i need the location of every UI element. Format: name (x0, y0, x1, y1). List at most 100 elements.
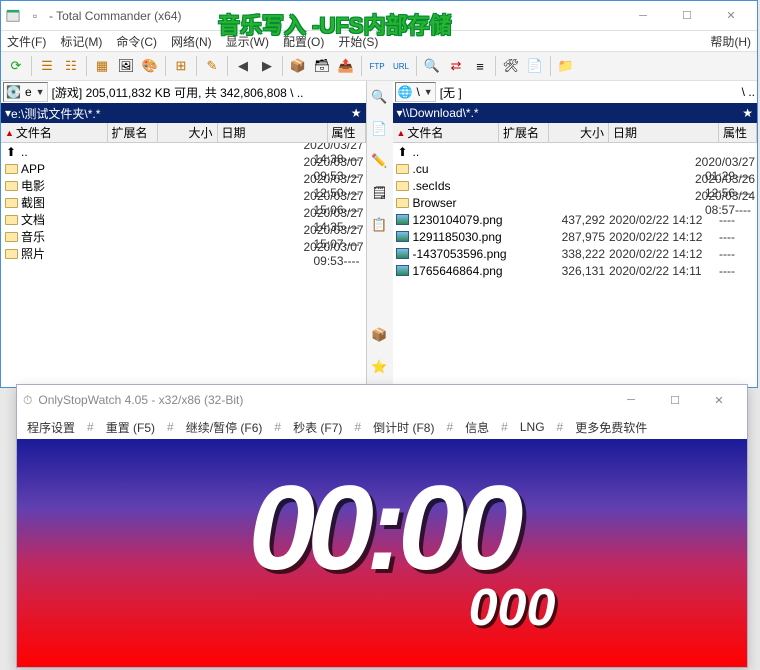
col-attr[interactable]: 属性 (719, 123, 757, 142)
col-ext[interactable]: 扩展名 (499, 123, 549, 142)
tb-extract-icon[interactable]: 📤 (335, 55, 357, 77)
sw-menu-settings[interactable]: 程序设置 (27, 419, 75, 436)
file-name: 音乐 (21, 228, 304, 245)
table-row[interactable]: -1437053596.png338,2222020/02/22 14:12--… (393, 245, 758, 262)
tb-ftp-icon[interactable]: FTP (366, 55, 388, 77)
menu-commands[interactable]: 命令(C) (116, 33, 157, 50)
left-column-header: ▲文件名 扩展名 大小 日期 属性 (1, 123, 366, 143)
bookmark-icon[interactable]: ★ (351, 106, 362, 120)
col-name[interactable]: ▲文件名 (393, 123, 500, 142)
file-size: 437,292 (549, 213, 609, 227)
tb-brief-icon[interactable]: ☰ (36, 55, 58, 77)
file-name: 截图 (21, 194, 304, 211)
mid-pack-icon[interactable]: 📦 (370, 325, 390, 345)
menu-file[interactable]: 文件(F) (7, 33, 46, 50)
tb-tool-icon[interactable]: 🛠 (500, 55, 522, 77)
file-size: 338,222 (549, 247, 609, 261)
sw-menu-pause[interactable]: 继续/暂停 (F6) (186, 419, 263, 436)
right-filelist[interactable]: ⬆...cu2020/03/27 01:29----.secIds2020/03… (393, 143, 758, 387)
right-root-slash[interactable]: \ .. (742, 85, 755, 99)
tb-folder-icon[interactable]: 📁 (555, 55, 577, 77)
tb-edit-icon[interactable]: ✎ (201, 55, 223, 77)
sw-menu-reset[interactable]: 重置 (F5) (106, 419, 155, 436)
mid-sheet-icon[interactable]: 🗒 (370, 183, 390, 203)
tb-url-icon[interactable]: URL (390, 55, 412, 77)
col-ext[interactable]: 扩展名 (108, 123, 158, 142)
tc-titlebar[interactable]: ▫ - Total Commander (x64) ─ ☐ ✕ (1, 1, 757, 31)
tb-unpack-icon[interactable]: 🗃 (311, 55, 333, 77)
folder-icon (3, 195, 19, 211)
tb-diff-icon[interactable]: ≡ (469, 55, 491, 77)
mid-page-icon[interactable]: 📋 (370, 215, 390, 235)
mid-rename-icon[interactable]: ✏️ (370, 151, 390, 171)
tb-doc-icon[interactable]: 📄 (524, 55, 546, 77)
mid-doc-icon[interactable]: 📄 (370, 119, 390, 139)
left-drive-info: [游戏] 205,011,832 KB 可用, 共 342,806,808 \ … (52, 84, 364, 101)
drive-icon: 💽 (6, 85, 21, 99)
close-button[interactable]: ✕ (709, 2, 753, 30)
col-date[interactable]: 日期 (609, 123, 719, 142)
tb-find-icon[interactable]: 🔍 (421, 55, 443, 77)
maximize-button[interactable]: ☐ (665, 2, 709, 30)
mid-new-icon[interactable]: ⭐ (370, 357, 390, 377)
sw-menu-more[interactable]: 更多免费软件 (575, 419, 647, 436)
table-row[interactable]: 1230104079.png437,2922020/02/22 14:12---… (393, 211, 758, 228)
left-filelist[interactable]: ⬆..2020/03/27 14:38----APP2020/03/07 09:… (1, 143, 366, 387)
tb-sep (227, 56, 228, 76)
menu-mark[interactable]: 标记(M) (60, 33, 102, 50)
menu-show[interactable]: 显示(W) (226, 33, 269, 50)
table-row[interactable]: 1765646864.png326,1312020/02/22 14:11---… (393, 262, 758, 279)
right-drivebar: 🌐 \ ▼ [无 ] \ .. (393, 81, 758, 103)
tb-pack-icon[interactable]: 📦 (287, 55, 309, 77)
tb-full-icon[interactable]: ☷ (60, 55, 82, 77)
col-date[interactable]: 日期 (218, 123, 328, 142)
left-drive-combo[interactable]: 💽 e ▼ (3, 82, 48, 102)
table-row[interactable]: 1291185030.png287,9752020/02/22 14:12---… (393, 228, 758, 245)
sw-maximize-button[interactable]: ☐ (653, 386, 697, 414)
minimize-button[interactable]: ─ (621, 2, 665, 30)
network-icon: 🌐 (398, 85, 413, 99)
file-name: 文档 (21, 211, 304, 228)
sw-menu-lng[interactable]: LNG (520, 420, 545, 434)
tb-fwd-icon[interactable]: ▶ (256, 55, 278, 77)
sw-close-button[interactable]: ✕ (697, 386, 741, 414)
bookmark-icon[interactable]: ★ (742, 106, 753, 120)
menu-start[interactable]: 开始(S) (338, 33, 378, 50)
col-size[interactable]: 大小 (549, 123, 609, 142)
mid-search-icon[interactable]: 🔍 (370, 87, 390, 107)
col-name[interactable]: ▲文件名 (1, 123, 108, 142)
col-size[interactable]: 大小 (158, 123, 218, 142)
file-size: 326,131 (549, 264, 609, 278)
table-row[interactable]: 照片2020/03/07 09:53---- (1, 245, 366, 262)
menu-help[interactable]: 帮助(H) (710, 33, 751, 50)
sw-titlebar[interactable]: ⏱ OnlyStopWatch 4.05 - x32/x86 (32-Bit) … (17, 385, 747, 415)
right-column-header: ▲文件名 扩展名 大小 日期 属性 (393, 123, 758, 143)
right-pathbar[interactable]: ▾ \\Download\*.* ★ (393, 103, 758, 123)
tb-back-icon[interactable]: ◀ (232, 55, 254, 77)
sw-menu-info[interactable]: 信息 (465, 419, 489, 436)
folder-icon (3, 178, 19, 194)
file-name: .secIds (413, 179, 696, 193)
left-pathbar[interactable]: ▾ e:\测试文件夹\*.* ★ (1, 103, 366, 123)
tb-pick-icon[interactable]: 🎨 (139, 55, 161, 77)
file-name: .cu (413, 162, 696, 176)
sw-menu-stopwatch[interactable]: 秒表 (F7) (293, 419, 342, 436)
tb-sep (416, 56, 417, 76)
right-drive-combo[interactable]: 🌐 \ ▼ (395, 82, 436, 102)
tb-image-icon[interactable]: 🖼 (115, 55, 137, 77)
col-attr[interactable]: 属性 (328, 123, 366, 142)
mid-toolbar: 🔍 📄 ✏️ 🗒 📋 📦 ⭐ (367, 81, 393, 387)
file-size: 287,975 (549, 230, 609, 244)
tc-app-icon (5, 8, 21, 24)
tb-refresh-icon[interactable]: ⟳ (5, 55, 27, 77)
sw-minimize-button[interactable]: ─ (609, 386, 653, 414)
menu-net[interactable]: 网络(N) (171, 33, 212, 50)
tb-tree-icon[interactable]: ⊞ (170, 55, 192, 77)
sw-menu-countdown[interactable]: 倒计时 (F8) (373, 419, 434, 436)
sw-display: 00:00 000 (17, 439, 747, 667)
menu-config[interactable]: 配置(O) (283, 33, 324, 50)
table-row[interactable]: Browser2020/03/24 08:57---- (393, 194, 758, 211)
tb-thumb-icon[interactable]: ▦ (91, 55, 113, 77)
tb-sync-icon[interactable]: ⇄ (445, 55, 467, 77)
file-attr: ---- (719, 230, 755, 244)
